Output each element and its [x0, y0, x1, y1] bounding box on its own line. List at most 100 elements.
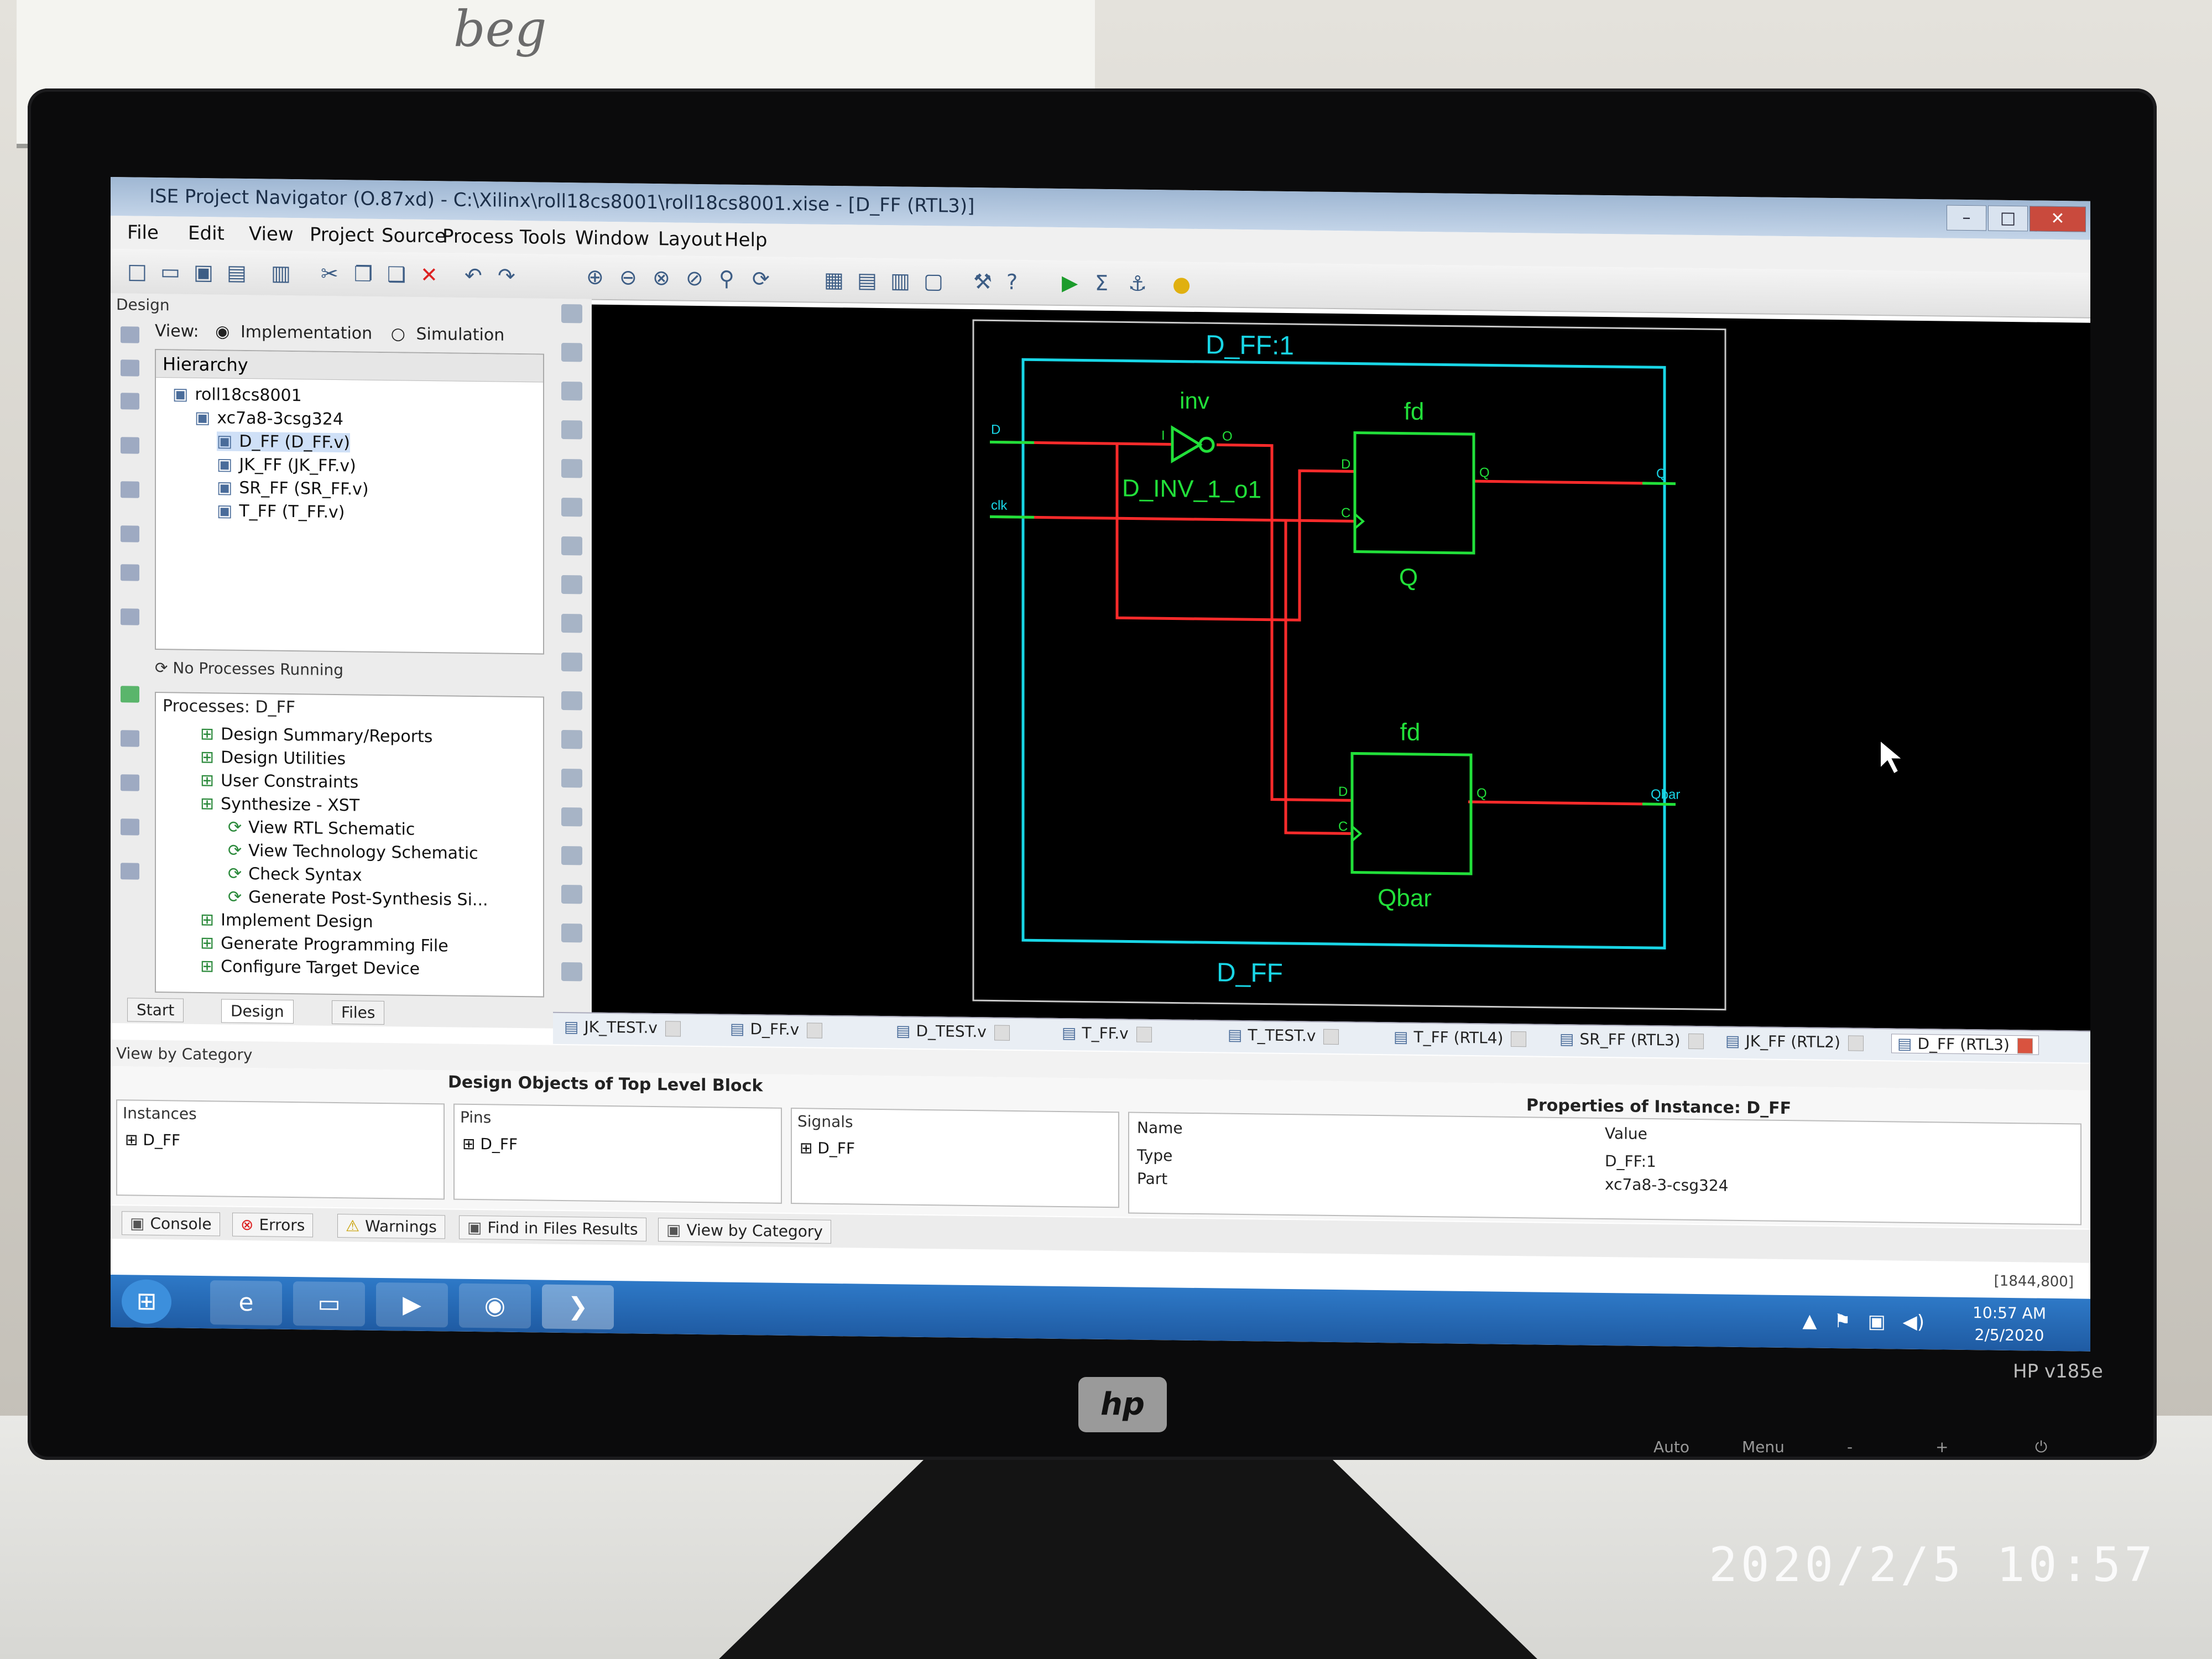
- tab-files[interactable]: Files: [332, 1000, 385, 1025]
- action-center-flag-icon[interactable]: ⚑: [1834, 1310, 1850, 1332]
- monitor-power-icon[interactable]: ⏻: [2035, 1438, 2047, 1457]
- cut-icon[interactable]: ✂: [321, 262, 338, 286]
- copy-icon[interactable]: ❐: [354, 262, 373, 286]
- close-tab-icon[interactable]: [2017, 1038, 2033, 1054]
- taskbar-clock[interactable]: 10:57 AM 2/5/2020: [1973, 1302, 2046, 1347]
- wrench-icon[interactable]: ⚒: [973, 269, 992, 294]
- signal-item[interactable]: ⊞ D_FF: [800, 1139, 855, 1157]
- signals-list[interactable]: Signals ⊞ D_FF: [791, 1108, 1119, 1208]
- zoom-out-icon[interactable]: ⊖: [619, 265, 637, 289]
- delete-icon[interactable]: ✕: [420, 263, 438, 287]
- tile-vertical-icon[interactable]: ▥: [890, 268, 910, 293]
- close-tab-icon[interactable]: [1688, 1033, 1704, 1050]
- hierarchy-item[interactable]: ▣ xc7a8-3csg324: [195, 408, 343, 429]
- media-player-icon[interactable]: ▶: [376, 1282, 448, 1328]
- implementation-option[interactable]: Implementation: [241, 322, 372, 343]
- volume-icon[interactable]: ◀): [1903, 1311, 1924, 1333]
- close-tab-icon[interactable]: [1323, 1029, 1339, 1045]
- open-folder-icon[interactable]: ▭: [160, 259, 180, 284]
- cascade-icon[interactable]: ▦: [824, 268, 844, 292]
- new-file-icon[interactable]: □: [127, 259, 147, 283]
- menu-item-window[interactable]: Window: [575, 227, 649, 250]
- process-item[interactable]: ⟳ View RTL Schematic: [228, 818, 415, 839]
- process-item[interactable]: ⟳ View Technology Schematic: [228, 841, 478, 864]
- tile-horizontal-icon[interactable]: ▤: [857, 268, 877, 292]
- menu-item-tools[interactable]: Tools: [520, 226, 566, 249]
- side-tool-icon[interactable]: [121, 326, 139, 343]
- doc-tab[interactable]: ▤ JK_TEST.v: [564, 1018, 681, 1037]
- zoom-fit-icon[interactable]: ⊗: [653, 265, 670, 290]
- properties-table[interactable]: Name Value Type D_FF:1 Part xc7a8-3-csg3…: [1128, 1112, 2081, 1225]
- redo-icon[interactable]: ↷: [498, 264, 515, 288]
- schematic-tool-icon[interactable]: [561, 691, 582, 711]
- side-tool-icon[interactable]: [121, 774, 139, 791]
- simulation-option[interactable]: Simulation: [416, 325, 504, 345]
- schematic-tool-icon[interactable]: [561, 304, 582, 324]
- zoom-in-icon[interactable]: ⊕: [586, 265, 604, 289]
- process-item[interactable]: ⊞ Configure Target Device: [200, 957, 420, 979]
- side-tool-icon[interactable]: [121, 481, 139, 498]
- hierarchy-item[interactable]: ▣ roll18cs8001: [173, 384, 302, 405]
- schematic-tool-icon[interactable]: [561, 729, 582, 749]
- file-explorer-icon[interactable]: ▭: [293, 1281, 365, 1327]
- schematic-tool-icon[interactable]: [561, 807, 582, 827]
- menu-item-layout[interactable]: Layout: [658, 228, 722, 251]
- process-item[interactable]: ⊞ User Constraints: [200, 771, 358, 792]
- schematic-tool-icon[interactable]: [561, 923, 582, 943]
- schematic-tool-icon[interactable]: [561, 536, 582, 556]
- chrome-icon[interactable]: ◉: [459, 1283, 531, 1329]
- zoom-area-icon[interactable]: ⊘: [686, 266, 703, 290]
- monitor-minus-button[interactable]: -: [1847, 1438, 1853, 1456]
- probe-icon[interactable]: ⚓: [1128, 271, 1147, 295]
- schematic-tool-icon[interactable]: [561, 652, 582, 672]
- close-tab-icon[interactable]: [1511, 1031, 1527, 1047]
- instance-item[interactable]: ⊞ D_FF: [125, 1130, 180, 1149]
- close-tab-icon[interactable]: [1848, 1035, 1864, 1051]
- menu-item-help[interactable]: Help: [724, 229, 768, 252]
- schematic-tool-icon[interactable]: [561, 420, 582, 440]
- undo-icon[interactable]: ↶: [465, 263, 482, 288]
- schematic-tool-icon[interactable]: [561, 575, 582, 594]
- doc-tab[interactable]: ▤ T_TEST.v: [1228, 1026, 1339, 1045]
- hierarchy-item[interactable]: ▣ D_FF (D_FF.v): [217, 431, 350, 453]
- side-tool-icon[interactable]: [121, 437, 139, 454]
- close-button[interactable]: ✕: [2030, 206, 2086, 232]
- menu-item-view[interactable]: View: [249, 223, 294, 246]
- tab-start[interactable]: Start: [127, 998, 184, 1022]
- schematic-canvas[interactable]: D_FF:1 D_FF inv D_INV_1_o1 I O fd Q D C …: [592, 304, 2090, 1031]
- process-item[interactable]: ⊞ Design Utilities: [200, 748, 346, 769]
- doc-tab[interactable]: ▤ SR_FF (RTL3): [1559, 1030, 1704, 1050]
- hierarchy-item[interactable]: ▣ JK_FF (JK_FF.v): [217, 455, 356, 476]
- schematic-tool-icon[interactable]: [561, 497, 582, 517]
- run-icon[interactable]: ▶: [1062, 270, 1078, 295]
- doc-tab[interactable]: ▤ D_FF.v: [730, 1020, 823, 1039]
- hierarchy-item[interactable]: ▣ SR_FF (SR_FF.v): [217, 478, 369, 499]
- minimize-button[interactable]: –: [1947, 205, 1986, 231]
- side-tool-icon[interactable]: [121, 608, 139, 625]
- process-item[interactable]: ⊞ Generate Programming File: [200, 933, 448, 956]
- sum-icon[interactable]: Σ: [1095, 271, 1108, 295]
- flip-flop-q[interactable]: [1353, 431, 1475, 555]
- schematic-tool-icon[interactable]: [561, 768, 582, 788]
- print-icon[interactable]: ▥: [271, 261, 291, 285]
- maximize-button[interactable]: □: [1988, 205, 2028, 232]
- save-all-icon[interactable]: ▤: [227, 260, 247, 285]
- schematic-tool-icon[interactable]: [561, 381, 582, 401]
- console-tab[interactable]: ▣ View by Category: [658, 1218, 831, 1244]
- schematic-tool-icon[interactable]: [561, 342, 582, 362]
- tray-expand-icon[interactable]: ▲: [1802, 1310, 1817, 1332]
- schematic-tool-icon[interactable]: [561, 884, 582, 904]
- help-pointer-icon[interactable]: ?: [1006, 270, 1018, 294]
- find-icon[interactable]: ⚲: [719, 266, 734, 290]
- side-tool-icon[interactable]: [121, 525, 139, 542]
- side-tool-icon[interactable]: [121, 818, 139, 836]
- run-process-icon[interactable]: [121, 686, 139, 703]
- tab-design[interactable]: Design: [221, 999, 294, 1024]
- process-item[interactable]: ⟳ Check Syntax: [228, 864, 362, 885]
- process-item[interactable]: ⟳ Generate Post-Synthesis Si...: [228, 888, 488, 910]
- inverter-symbol[interactable]: [1171, 425, 1203, 463]
- schematic-tool-icon[interactable]: [561, 613, 582, 633]
- console-tab[interactable]: ▣ Find in Files Results: [459, 1215, 646, 1241]
- console-tab[interactable]: ⊗ Errors: [232, 1212, 314, 1238]
- side-tool-icon[interactable]: [121, 359, 139, 377]
